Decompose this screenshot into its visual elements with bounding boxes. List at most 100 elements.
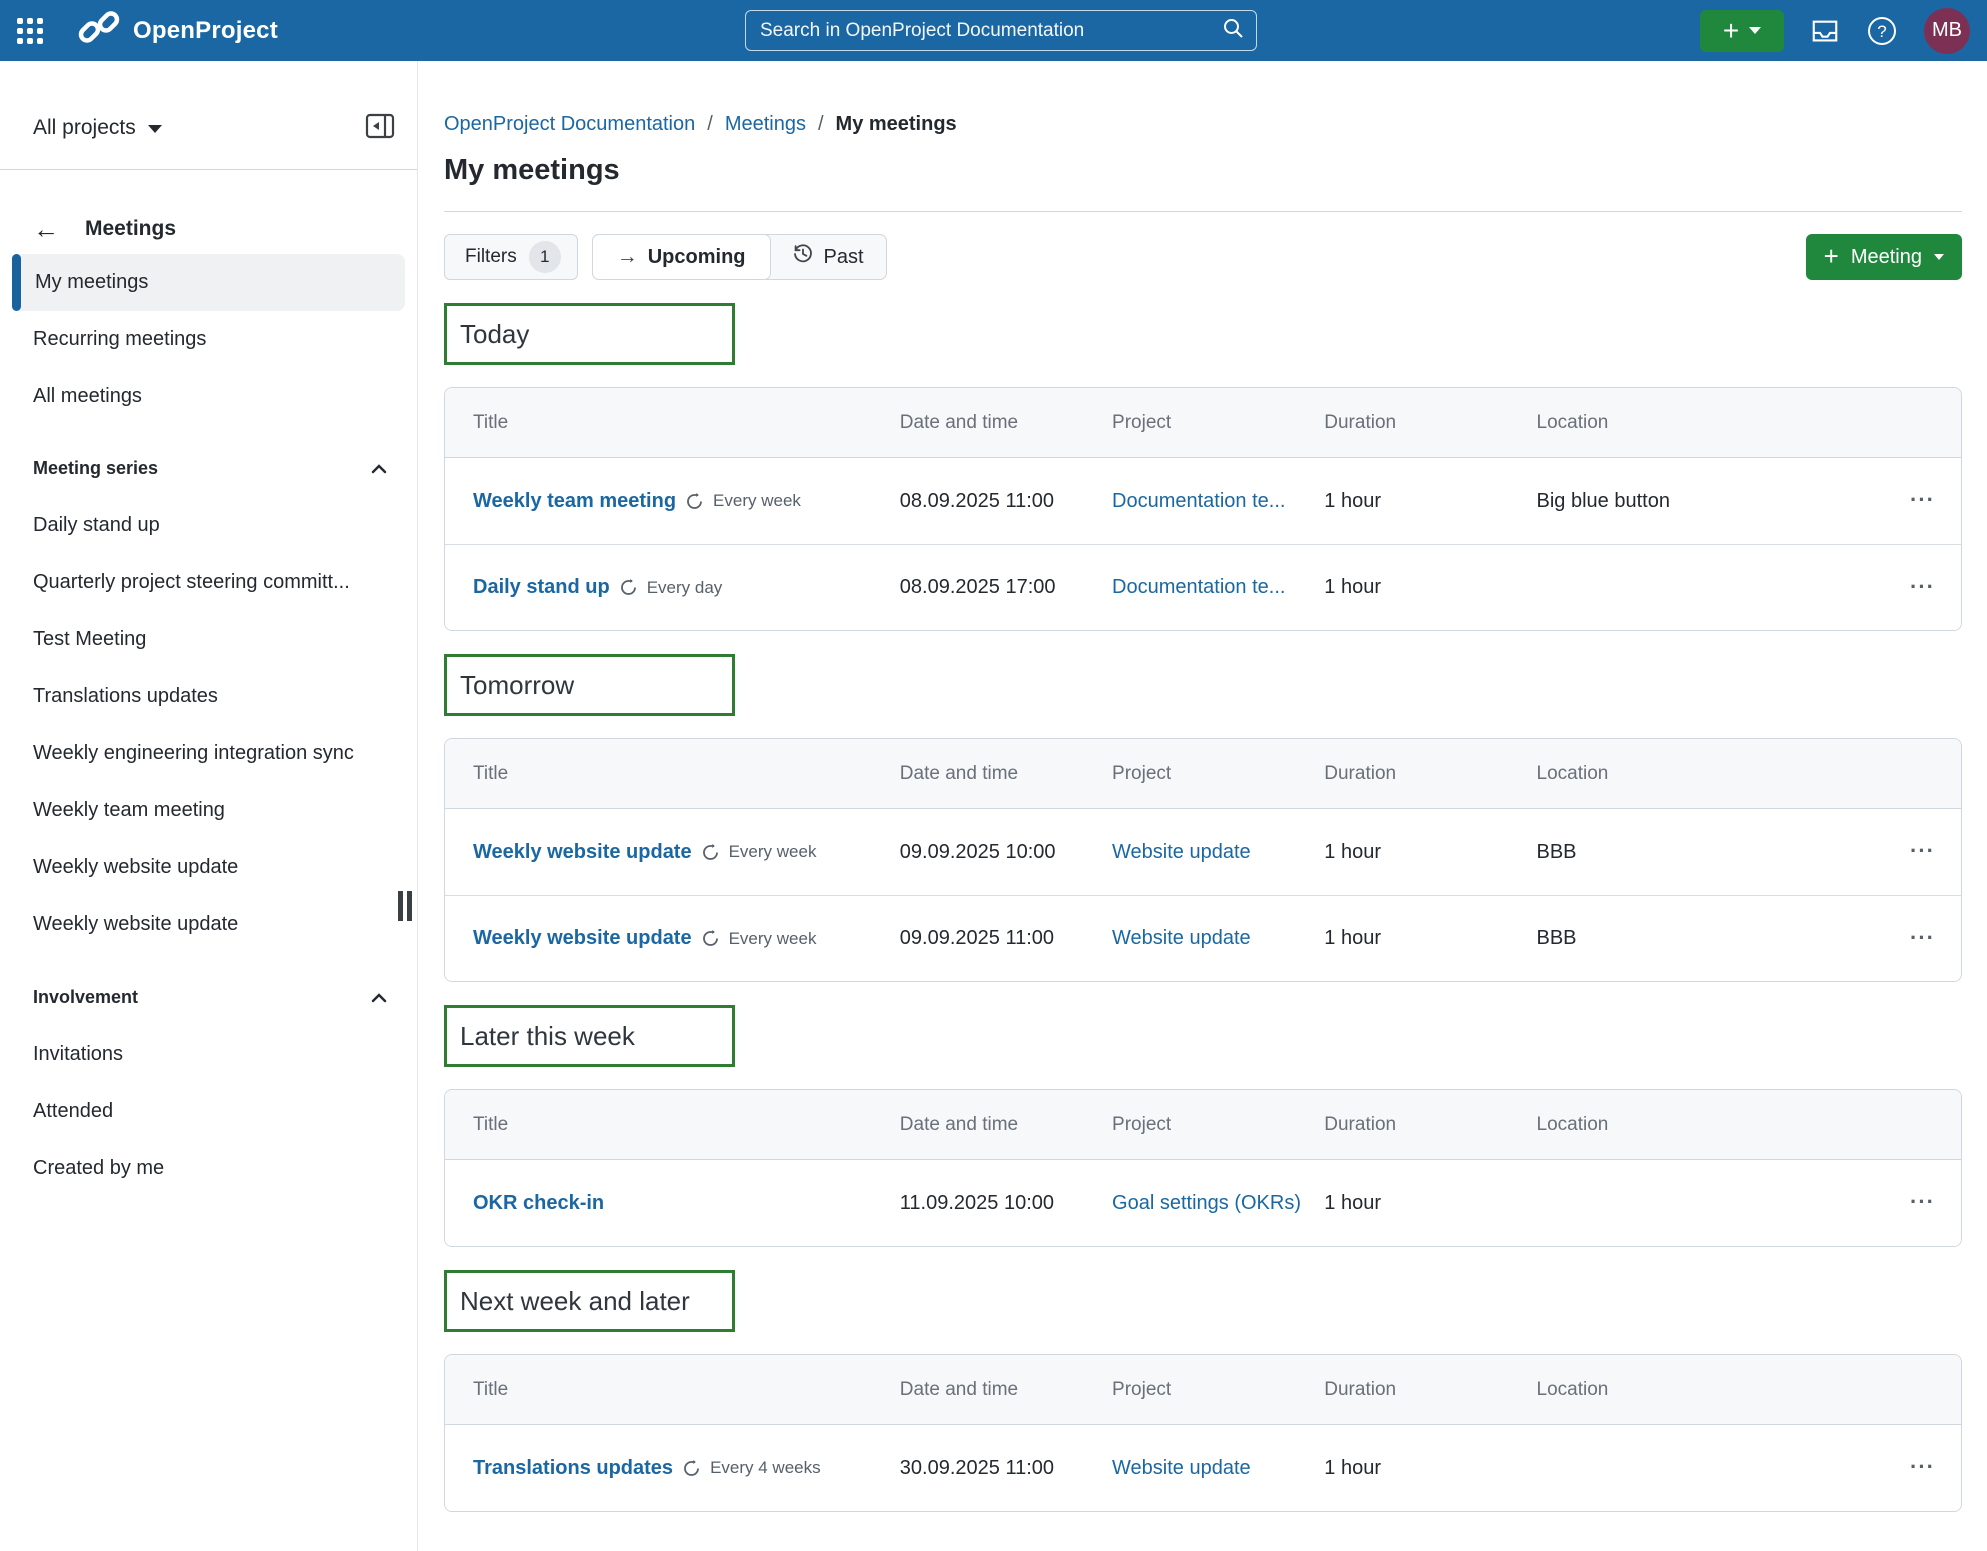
recurrence-label: Every day [647,578,723,598]
sidebar-item-label: My meetings [35,271,148,294]
project-selector[interactable]: All projects [33,116,162,140]
table-header-row: Title Date and time Project Duration Loc… [445,1090,1961,1160]
new-meeting-button[interactable]: + Meeting [1806,234,1962,280]
sidebar-item-weekly-website-update-1[interactable]: Weekly website update [0,839,417,896]
row-overflow-menu-icon[interactable]: ··· [1910,927,1935,949]
sidebar-section-meeting-series[interactable]: Meeting series [0,440,417,497]
sidebar-item-daily-stand-up[interactable]: Daily stand up [0,497,417,554]
openproject-logo[interactable]: OpenProject [75,10,278,51]
sidebar-item-recurring-meetings[interactable]: Recurring meetings [0,311,417,368]
sidebar-resize-handle[interactable] [398,891,412,921]
row-overflow-menu-icon[interactable]: ··· [1910,1191,1935,1213]
sidebar-item-invitations[interactable]: Invitations [0,1026,417,1083]
project-link[interactable]: Documentation te... [1112,576,1285,598]
filters-button[interactable]: Filters 1 [444,234,578,280]
sidebar-item-label: Test Meeting [33,628,146,651]
recurrence-label: Every week [713,491,801,511]
col-header-date: Date and time [900,412,1112,434]
sidebar-item-label: Weekly website update [33,913,238,936]
meeting-title-link[interactable]: Weekly website update [473,927,692,950]
sidebar-section-label: Involvement [33,987,138,1008]
avatar[interactable]: MB [1924,8,1970,54]
col-header-location: Location [1537,1114,1872,1136]
col-header-title: Title [445,1379,900,1401]
filters-count-badge: 1 [529,241,561,273]
sidebar-menu-title: Meetings [85,217,176,241]
col-header-duration: Duration [1324,763,1536,785]
collapse-sidebar-icon[interactable] [365,113,395,142]
recurring-meeting-icon [701,929,720,948]
meeting-duration: 1 hour [1324,1192,1536,1215]
sidebar-item-my-meetings[interactable]: My meetings [12,254,405,311]
recurrence-label: Every 4 weeks [710,1458,821,1478]
row-overflow-menu-icon[interactable]: ··· [1910,1456,1935,1478]
sidebar-section-label: Meeting series [33,458,158,479]
sidebar-item-translations-updates[interactable]: Translations updates [0,668,417,725]
meeting-title-link[interactable]: Daily stand up [473,576,610,599]
project-link[interactable]: Goal settings (OKRs) [1112,1192,1301,1214]
history-clock-icon [792,243,814,271]
project-link[interactable]: Website update [1112,841,1251,863]
table-row: Weekly website update Every week 09.09.2… [445,895,1961,981]
chevron-up-icon [371,987,387,1008]
meeting-title-link[interactable]: Weekly team meeting [473,490,676,513]
tab-upcoming-label: Upcoming [648,246,746,269]
sidebar-item-created-by-me[interactable]: Created by me [0,1140,417,1197]
sidebar-item-weekly-website-update-2[interactable]: Weekly website update [0,896,417,953]
sidebar-nav: My meetings Recurring meetings All meeti… [0,254,417,1197]
breadcrumb-link-documentation[interactable]: OpenProject Documentation [444,113,695,136]
section-heading-today: Today [444,303,735,365]
sidebar-section-involvement[interactable]: Involvement [0,969,417,1026]
search-icon[interactable] [1222,17,1244,44]
section-heading-next-week: Next week and later [444,1270,735,1332]
meeting-duration: 1 hour [1324,1457,1536,1480]
project-link[interactable]: Documentation te... [1112,490,1285,512]
logo-text: OpenProject [133,17,278,45]
table-row: OKR check-in 11.09.2025 10:00 Goal setti… [445,1160,1961,1246]
recurring-meeting-icon [682,1459,701,1478]
project-link[interactable]: Website update [1112,1457,1251,1479]
sidebar-item-attended[interactable]: Attended [0,1083,417,1140]
chevron-down-icon [1749,27,1761,34]
svg-text:?: ? [1877,22,1886,41]
app-grid-icon[interactable] [17,18,43,44]
upcoming-past-toggle: → Upcoming Past [592,234,887,280]
toolbar: Filters 1 → Upcoming Past [444,234,1962,280]
meetings-table-tomorrow: Title Date and time Project Duration Loc… [444,738,1962,982]
meeting-title-link[interactable]: Weekly website update [473,841,692,864]
meeting-datetime: 30.09.2025 11:00 [900,1457,1112,1480]
table-header-row: Title Date and time Project Duration Loc… [445,388,1961,458]
col-header-title: Title [445,412,900,434]
global-add-button[interactable]: + [1700,10,1784,52]
sidebar-item-weekly-engineering-sync[interactable]: Weekly engineering integration sync [0,725,417,782]
sidebar-item-label: All meetings [33,385,142,408]
meeting-title-link[interactable]: OKR check-in [473,1192,604,1215]
main-content: OpenProject Documentation / Meetings / M… [419,61,1987,1551]
tab-upcoming[interactable]: → Upcoming [592,234,771,280]
sidebar-item-quarterly-steering[interactable]: Quarterly project steering committ... [0,554,417,611]
col-header-location: Location [1537,763,1872,785]
inbox-icon[interactable] [1810,17,1840,45]
search-input[interactable] [746,20,1222,42]
sidebar-item-test-meeting[interactable]: Test Meeting [0,611,417,668]
row-overflow-menu-icon[interactable]: ··· [1910,840,1935,862]
sidebar: All projects ← Meetings My meetings [0,61,418,1551]
col-header-date: Date and time [900,763,1112,785]
help-icon[interactable]: ? [1866,15,1898,47]
sidebar-item-all-meetings[interactable]: All meetings [0,368,417,425]
sidebar-item-label: Translations updates [33,685,218,708]
row-overflow-menu-icon[interactable]: ··· [1910,576,1935,598]
tab-past[interactable]: Past [770,235,886,279]
sidebar-item-label: Invitations [33,1043,123,1066]
sidebar-item-weekly-team-meeting[interactable]: Weekly team meeting [0,782,417,839]
col-header-title: Title [445,763,900,785]
meeting-datetime: 08.09.2025 11:00 [900,490,1112,513]
back-arrow-icon[interactable]: ← [33,216,59,242]
new-meeting-label: Meeting [1851,246,1922,269]
project-link[interactable]: Website update [1112,927,1251,949]
col-header-project: Project [1112,763,1324,785]
row-overflow-menu-icon[interactable]: ··· [1910,489,1935,511]
meeting-title-link[interactable]: Translations updates [473,1457,673,1480]
breadcrumb-link-meetings[interactable]: Meetings [725,113,806,136]
arrow-right-icon: → [617,245,638,269]
